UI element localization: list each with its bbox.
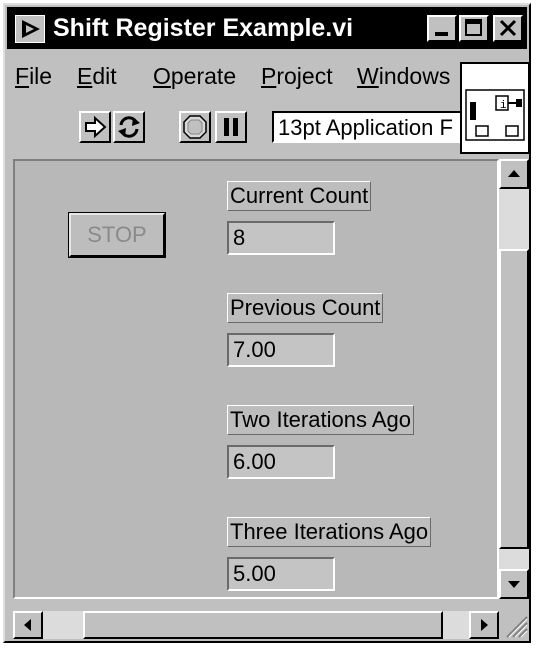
run-button[interactable] — [79, 111, 111, 143]
menu-bar: File Edit Operate Project Windows — [7, 55, 457, 95]
minimize-icon — [435, 32, 448, 36]
svg-text:i: i — [500, 100, 507, 112]
three-iterations-ago-label: Three Iterations Ago — [227, 517, 432, 547]
scroll-left-button[interactable] — [13, 611, 43, 639]
pause-icon — [224, 118, 238, 136]
horizontal-scrollbar[interactable] — [13, 611, 499, 639]
menu-edit[interactable]: Edit — [77, 63, 117, 90]
arrow-right-icon — [481, 619, 488, 631]
vi-window: Shift Register Example.vi File Edit Oper… — [3, 3, 531, 643]
vi-window-icon — [15, 15, 45, 43]
previous-count-indicator: 7.00 — [227, 333, 335, 367]
horizontal-scroll-thumb[interactable] — [83, 611, 443, 639]
abort-execution-icon — [183, 115, 207, 139]
previous-count-label: Previous Count — [227, 293, 384, 323]
three-iterations-ago-indicator: 5.00 — [227, 557, 335, 591]
scroll-up-button[interactable] — [499, 159, 529, 189]
maximize-button[interactable] — [459, 15, 489, 42]
menu-operate[interactable]: Operate — [153, 63, 236, 90]
window-title: Shift Register Example.vi — [53, 14, 354, 42]
scroll-down-button[interactable] — [499, 569, 529, 599]
abort-execution-button[interactable] — [179, 111, 211, 143]
current-count-label: Current Count — [227, 181, 372, 211]
front-panel: STOP Current Count 8 Previous Count 7.00… — [13, 159, 499, 599]
font-ring-text: 13pt Application F — [278, 115, 453, 140]
toolbar: 13pt Application F — [7, 99, 462, 157]
maximize-icon — [465, 19, 482, 36]
vertical-scroll-thumb[interactable] — [499, 249, 529, 549]
minimize-button[interactable] — [427, 15, 457, 42]
menu-file[interactable]: File — [15, 63, 52, 90]
two-iterations-ago-indicator: 6.00 — [227, 445, 335, 479]
resize-grip-icon[interactable] — [499, 609, 529, 639]
run-arrow-icon — [85, 115, 107, 139]
arrow-up-icon — [508, 170, 520, 177]
vertical-scrollbar[interactable] — [499, 159, 529, 599]
stop-button[interactable]: STOP — [68, 212, 166, 258]
pause-button[interactable] — [215, 111, 247, 143]
connector-pane-icon[interactable]: i — [460, 62, 530, 154]
font-ring[interactable]: 13pt Application F — [272, 111, 462, 143]
scroll-right-button[interactable] — [469, 611, 499, 639]
run-continuously-button[interactable] — [113, 111, 145, 143]
close-icon — [499, 19, 517, 37]
two-iterations-ago-label: Two Iterations Ago — [227, 405, 414, 435]
current-count-indicator: 8 — [227, 221, 335, 255]
arrow-left-icon — [24, 619, 31, 631]
title-bar[interactable]: Shift Register Example.vi — [7, 7, 527, 49]
menu-windows[interactable]: Windows — [357, 63, 450, 90]
run-continuously-icon — [118, 116, 140, 138]
menu-project[interactable]: Project — [261, 63, 333, 90]
arrow-down-icon — [508, 581, 520, 588]
close-button[interactable] — [493, 15, 523, 42]
